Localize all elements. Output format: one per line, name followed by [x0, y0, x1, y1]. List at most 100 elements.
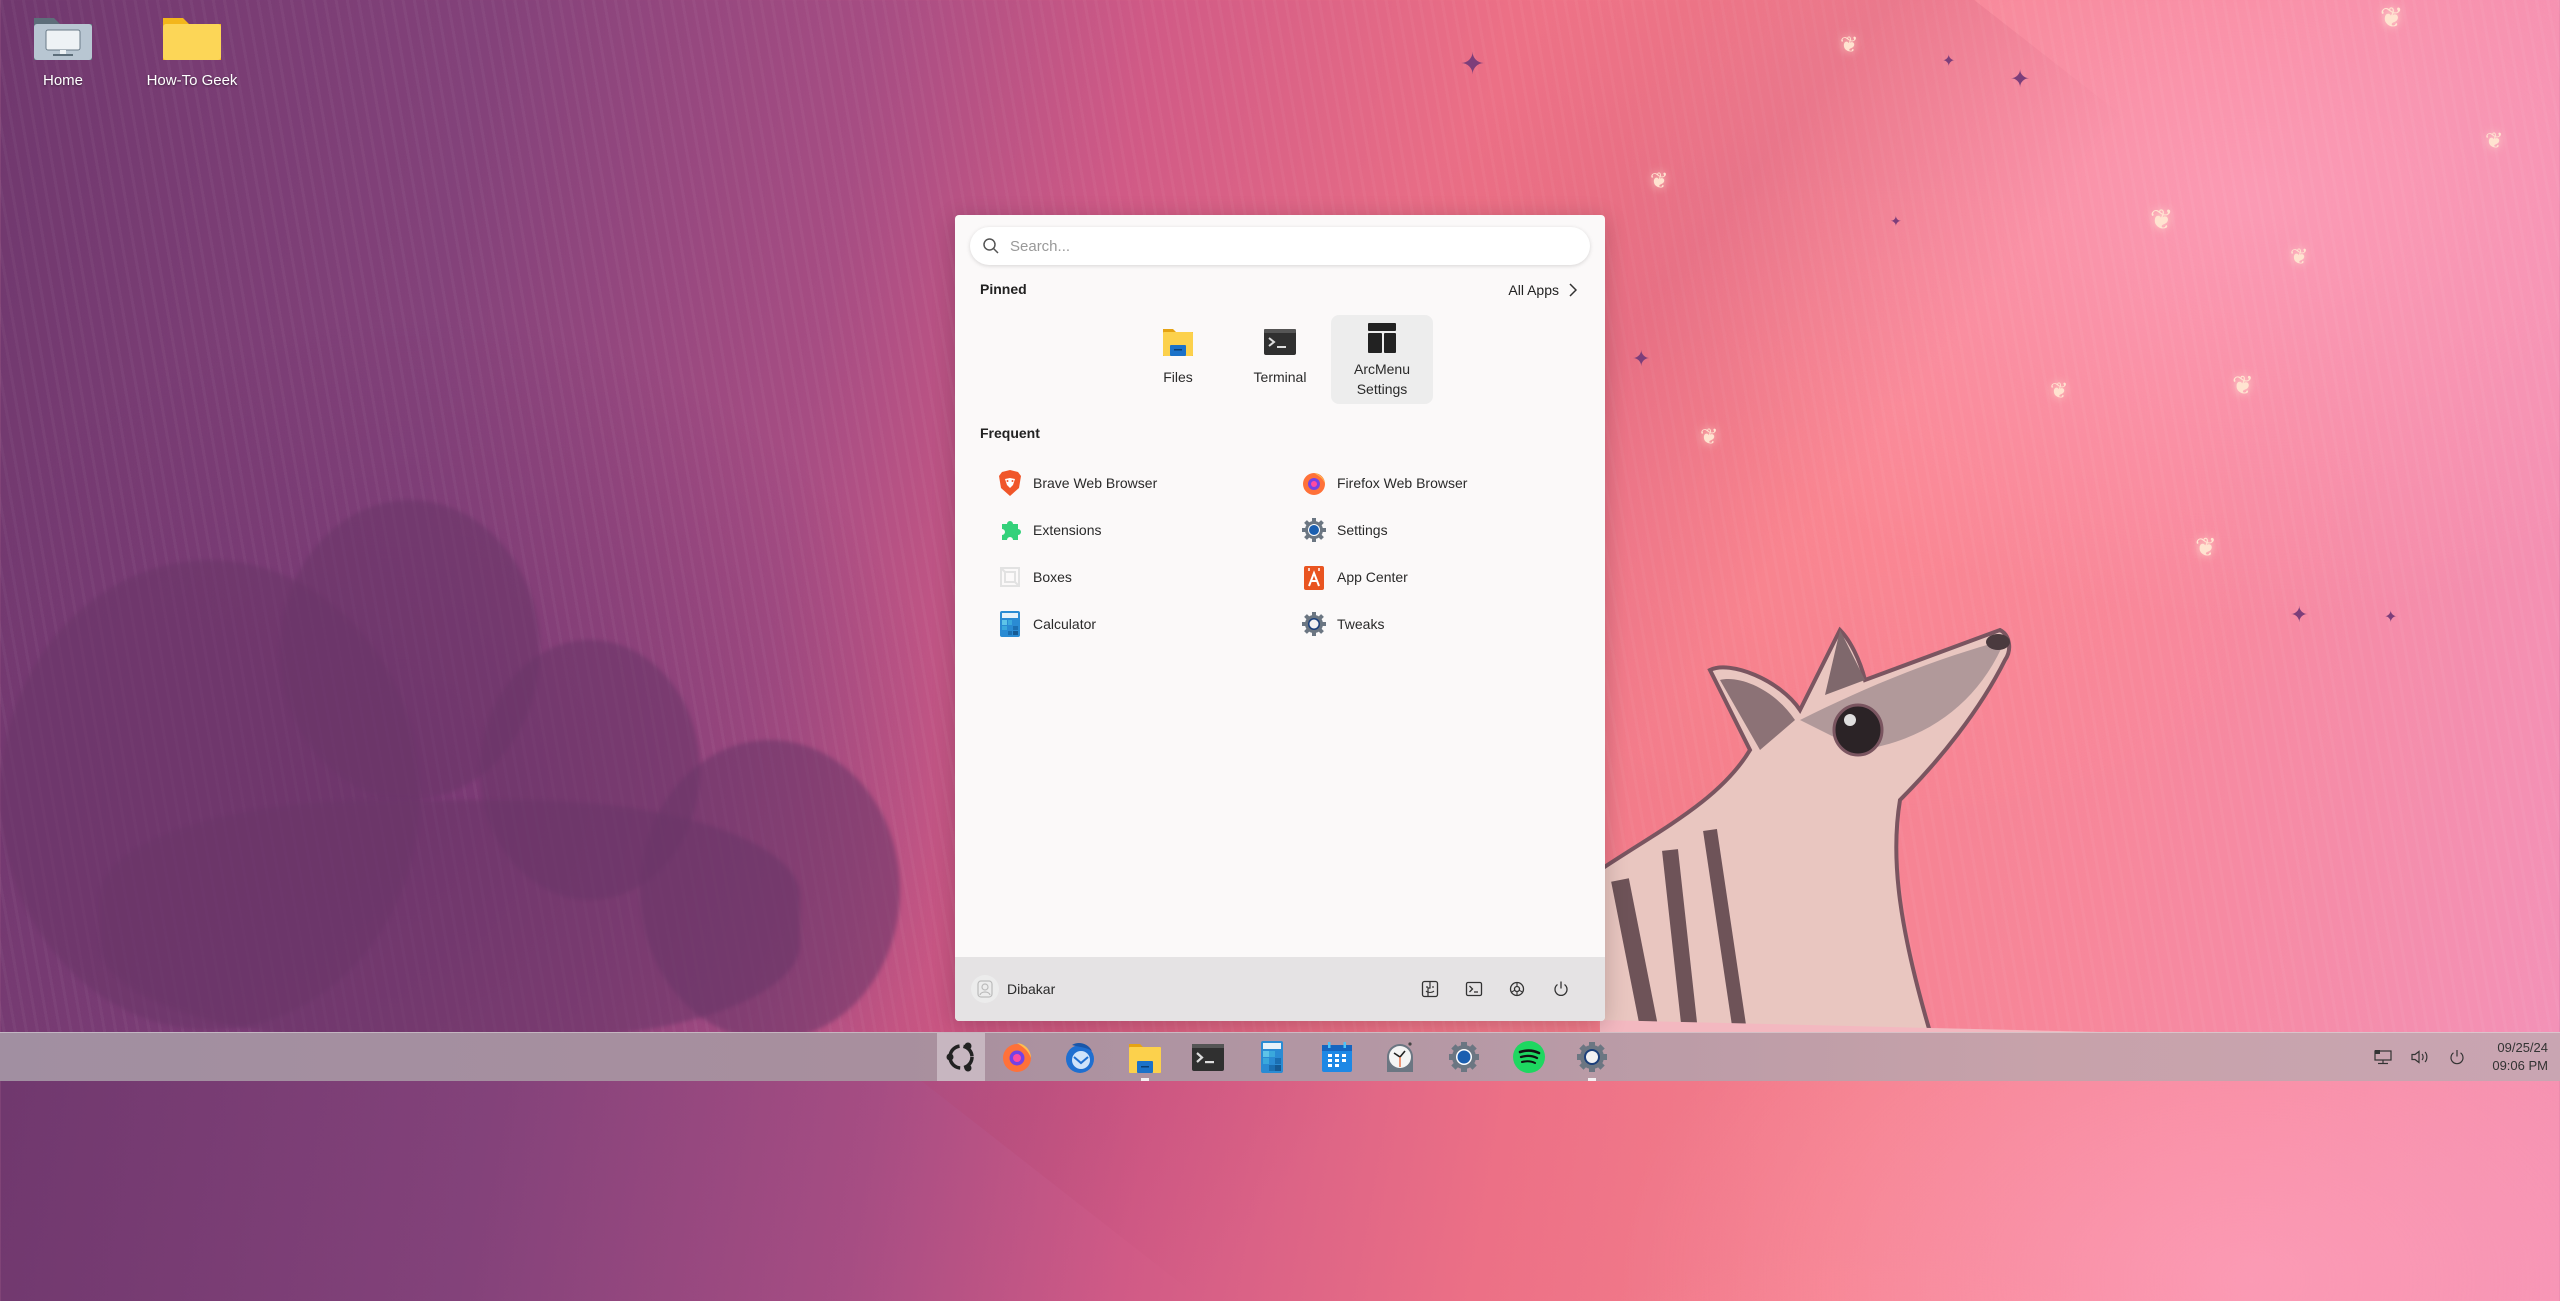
tray-network-button[interactable] — [2371, 1045, 2395, 1069]
moth-decoration: ✦ — [1890, 213, 1902, 229]
search-input[interactable] — [1008, 236, 1572, 256]
moth-decoration: ✦ — [1460, 48, 1486, 81]
settings-icon — [1449, 1042, 1479, 1072]
frequent-item-extensions[interactable]: Extensions — [997, 510, 1277, 550]
pinned-item-arcmenu-settings[interactable]: ArcMenu Settings — [1331, 315, 1433, 404]
folder-icon — [161, 14, 223, 62]
moth-decoration: ❦ — [2380, 2, 2404, 33]
moth-decoration: ✦ — [1942, 53, 1956, 70]
arcmenu-panel: Pinned All Apps Files Terminal ArcMenu S… — [955, 215, 1605, 1021]
all-apps-label: All Apps — [1508, 282, 1559, 298]
moth-decoration: ❦ — [2195, 532, 2217, 562]
tray-volume-button[interactable] — [2408, 1045, 2432, 1069]
frequent-item-label: Extensions — [1033, 522, 1102, 538]
files-icon — [1163, 329, 1193, 356]
frequent-section-title: Frequent — [980, 425, 1040, 441]
moth-decoration: ✦ — [2290, 602, 2309, 627]
frequent-item-tweaks[interactable]: Tweaks — [1301, 604, 1581, 644]
frequent-item-label: Calculator — [1033, 616, 1097, 632]
terminal-icon — [1192, 1044, 1224, 1071]
app-center-icon — [1301, 564, 1327, 590]
taskbar: 09/25/24 09:06 PM — [0, 1032, 2560, 1081]
gear-icon — [1509, 981, 1525, 997]
search-icon — [983, 238, 999, 254]
finder-face-icon — [1421, 980, 1439, 998]
terminal-button[interactable] — [1460, 975, 1488, 1003]
taskbar-thunderbird[interactable] — [1056, 1033, 1104, 1081]
pinned-item-files[interactable]: Files — [1127, 315, 1229, 404]
home-folder-icon — [32, 14, 94, 62]
desktop-icon-label: Home — [42, 72, 83, 89]
pinned-item-label: Files — [1163, 369, 1193, 385]
frequent-item-brave[interactable]: Brave Web Browser — [997, 463, 1277, 503]
taskbar-firefox[interactable] — [993, 1033, 1041, 1081]
brave-icon — [997, 470, 1023, 496]
frequent-item-firefox[interactable]: Firefox Web Browser — [1301, 463, 1581, 503]
volume-icon — [2411, 1050, 2428, 1064]
tweaks-icon — [1577, 1042, 1607, 1072]
thunderbird-icon — [1066, 1043, 1094, 1073]
tweaks-icon — [1301, 611, 1327, 637]
moth-decoration: ❦ — [2485, 128, 2504, 153]
search-box[interactable] — [970, 227, 1590, 265]
taskbar-calendar[interactable] — [1313, 1033, 1361, 1081]
desktop-icon-label: How-To Geek — [146, 72, 238, 89]
menu-footer: Dibakar — [955, 957, 1605, 1021]
taskbar-activities-button[interactable] — [937, 1033, 985, 1081]
tray-power-button[interactable] — [2445, 1045, 2469, 1069]
moth-decoration: ✦ — [2384, 609, 2398, 626]
user-name: Dibakar — [1007, 981, 1056, 997]
wallpaper-shrub — [100, 800, 800, 1040]
moth-decoration: ❦ — [2150, 204, 2174, 235]
calculator-icon — [997, 611, 1023, 637]
frequent-item-app-center[interactable]: App Center — [1301, 557, 1581, 597]
power-icon — [1554, 981, 1568, 996]
terminal-icon — [1264, 329, 1296, 355]
moth-decoration: ✦ — [1632, 346, 1651, 371]
arcmenu-settings-icon — [1368, 323, 1396, 353]
frequent-item-label: Firefox Web Browser — [1337, 475, 1468, 491]
all-apps-button[interactable]: All Apps — [1508, 282, 1577, 298]
pinned-item-terminal[interactable]: Terminal — [1229, 315, 1331, 404]
moth-decoration: ❦ — [1840, 32, 1859, 57]
frequent-item-calculator[interactable]: Calculator — [997, 604, 1277, 644]
settings-button[interactable] — [1503, 975, 1531, 1003]
power-button[interactable] — [1547, 975, 1575, 1003]
taskbar-clocks[interactable] — [1376, 1033, 1424, 1081]
frequent-item-label: Brave Web Browser — [1033, 475, 1158, 491]
frequent-item-settings[interactable]: Settings — [1301, 510, 1581, 550]
frequent-item-boxes[interactable]: Boxes — [997, 557, 1277, 597]
clock-icon — [1387, 1042, 1413, 1072]
boxes-icon — [997, 564, 1023, 590]
moth-decoration: ✦ — [2010, 66, 2031, 93]
desktop-icon-how-to-geek[interactable]: How-To Geek — [137, 0, 247, 89]
taskbar-terminal[interactable] — [1184, 1033, 1232, 1081]
frequent-item-label: Boxes — [1033, 569, 1072, 585]
firefox-icon — [1301, 470, 1327, 496]
extensions-icon — [997, 517, 1023, 543]
taskbar-spotify[interactable] — [1505, 1033, 1553, 1081]
taskbar-clock[interactable]: 09/25/24 09:06 PM — [2492, 1039, 2548, 1075]
power-icon — [2450, 1050, 2464, 1065]
moth-decoration: ❦ — [1650, 168, 1669, 193]
home-folder-button[interactable] — [1416, 975, 1444, 1003]
moth-decoration: ❦ — [1700, 424, 1719, 449]
wallpaper-numbat-illustration — [1600, 626, 2100, 1032]
calculator-icon — [1261, 1041, 1283, 1073]
user-button[interactable]: Dibakar — [971, 975, 1055, 1003]
network-wired-icon — [2374, 1050, 2392, 1065]
avatar — [971, 975, 999, 1003]
taskbar-calculator[interactable] — [1248, 1033, 1296, 1081]
moth-decoration: ❦ — [2232, 370, 2254, 400]
desktop-icon-home[interactable]: Home — [8, 0, 118, 89]
files-icon — [1129, 1044, 1161, 1073]
terminal-prompt-icon — [1465, 981, 1483, 997]
clock-date: 09/25/24 — [2497, 1040, 2548, 1055]
taskbar-settings[interactable] — [1440, 1033, 1488, 1081]
pinned-item-label-line2: Settings — [1356, 381, 1408, 397]
taskbar-tweaks[interactable] — [1568, 1033, 1616, 1081]
user-icon — [977, 980, 993, 998]
spotify-icon — [1513, 1041, 1545, 1073]
firefox-icon — [1003, 1043, 1031, 1072]
taskbar-files[interactable] — [1121, 1033, 1169, 1081]
